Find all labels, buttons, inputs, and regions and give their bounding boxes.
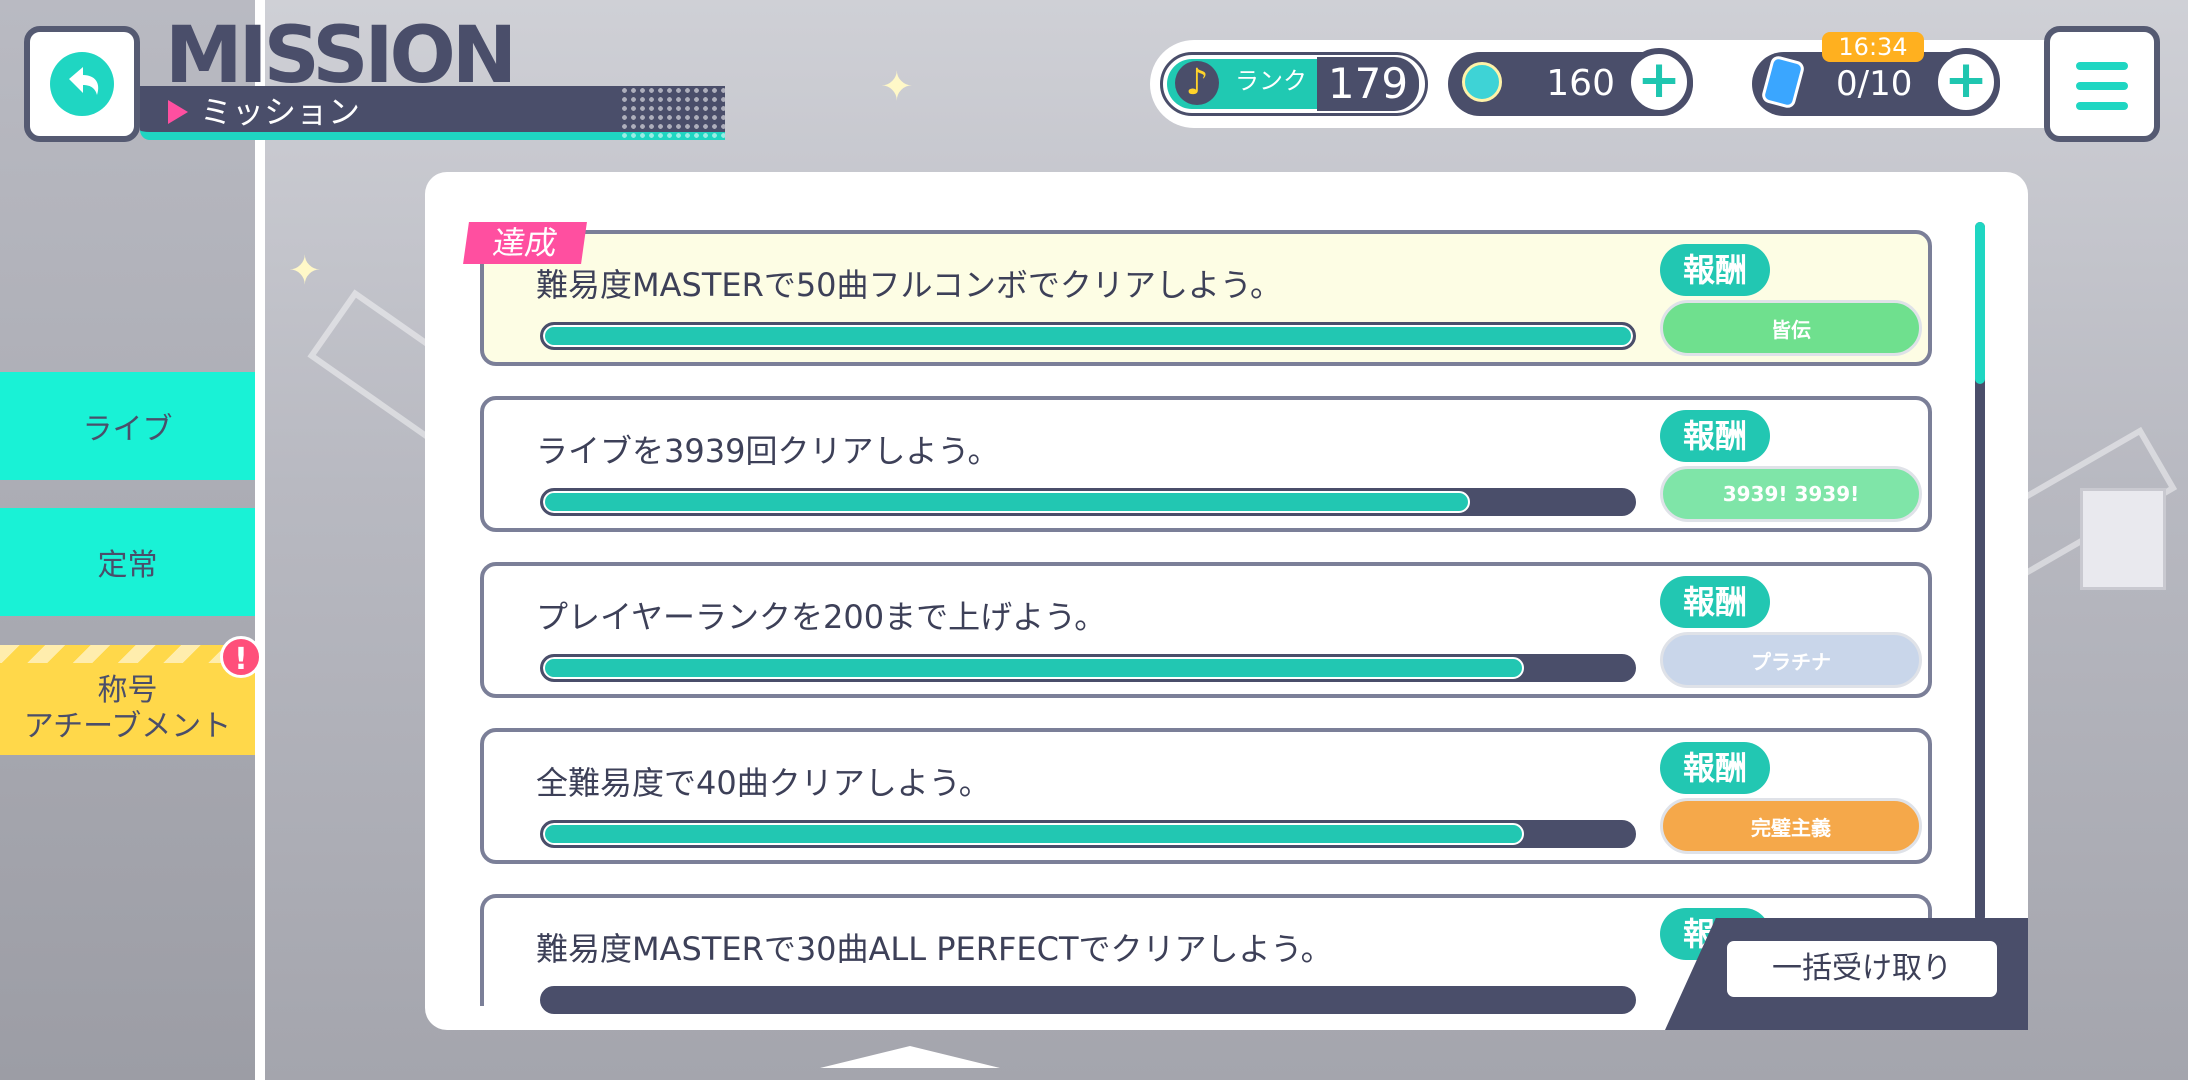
reward-label: 報酬 bbox=[1660, 410, 1770, 462]
progress-bar bbox=[540, 820, 1636, 848]
energy-timer: 16:34 bbox=[1822, 32, 1924, 62]
rank-label: ランク bbox=[1235, 67, 1307, 95]
reward-title-plate: 皆伝 bbox=[1660, 300, 1922, 356]
mission-item[interactable]: 難易度MASTERで50曲フルコンボでクリアしよう。 報酬 皆伝 bbox=[480, 230, 1932, 366]
progress-bar bbox=[540, 986, 1636, 1014]
sparkle-icon: ✦ bbox=[880, 64, 914, 110]
mission-text: ライブを3939回クリアしよう。 bbox=[536, 432, 1000, 470]
reward-title-text: 皆伝 bbox=[1771, 317, 1811, 342]
progress-bar bbox=[540, 488, 1636, 516]
tab-title-label-line2: アチーブメント bbox=[23, 709, 232, 744]
hamburger-icon bbox=[2076, 82, 2128, 90]
tab-regular-label: 定常 bbox=[97, 548, 158, 583]
hamburger-icon bbox=[2076, 62, 2128, 70]
sparkle-icon: ✦ bbox=[288, 248, 322, 294]
add-energy-button[interactable]: + bbox=[1932, 48, 2000, 116]
menu-button[interactable] bbox=[2044, 26, 2160, 142]
reward-title-plate: プラチナ bbox=[1660, 632, 1922, 688]
mission-item[interactable]: ライブを3939回クリアしよう。 報酬 3939! 3939! bbox=[480, 396, 1932, 532]
tab-title-label-line1: 称号 bbox=[97, 673, 158, 708]
tab-title-achievement[interactable]: 称号 アチーブメント bbox=[0, 645, 255, 755]
back-button[interactable] bbox=[24, 26, 140, 142]
play-arrow-icon bbox=[168, 100, 188, 124]
reward-title-text: 完璧主義 bbox=[1751, 815, 1831, 840]
mission-text: 全難易度で40曲クリアしよう。 bbox=[536, 764, 991, 802]
mission-text: 難易度MASTERで30曲ALL PERFECTでクリアしよう。 bbox=[536, 930, 1333, 968]
music-note-icon: ♪ bbox=[1175, 61, 1219, 105]
progress-bar bbox=[540, 654, 1636, 682]
reward-label: 報酬 bbox=[1660, 576, 1770, 628]
page-title: MISSION bbox=[165, 11, 517, 101]
completed-tag: 達成 bbox=[463, 222, 587, 264]
mission-text: プレイヤーランクを200まで上げよう。 bbox=[536, 598, 1107, 636]
energy-value: 0/10 bbox=[1836, 64, 1913, 104]
tab-live-label: ライブ bbox=[82, 412, 173, 447]
dot-pattern-decoration bbox=[620, 86, 725, 140]
reward-title-text: 3939! 3939! bbox=[1722, 482, 1860, 506]
speaker-decoration bbox=[2080, 488, 2166, 590]
bulk-claim-button[interactable]: 一括受け取り bbox=[1722, 936, 2002, 1002]
progress-fill bbox=[543, 491, 1470, 513]
add-gems-button[interactable]: + bbox=[1625, 48, 1693, 116]
reward-title-text: プラチナ bbox=[1751, 649, 1831, 674]
rank-display[interactable]: ♪ ランク 179 bbox=[1160, 52, 1428, 116]
hamburger-icon bbox=[2076, 102, 2128, 110]
mission-item[interactable]: プレイヤーランクを200まで上げよう。 報酬 プラチナ bbox=[480, 562, 1932, 698]
progress-bar bbox=[540, 322, 1636, 350]
reward-label: 報酬 bbox=[1660, 742, 1770, 794]
gem-icon bbox=[1462, 62, 1502, 102]
rail-divider bbox=[255, 0, 265, 1080]
reward-title-plate: 完璧主義 bbox=[1660, 798, 1922, 854]
gem-counter: 160 + bbox=[1448, 48, 1693, 116]
energy-bottle-icon bbox=[1760, 54, 1806, 110]
scroll-down-arrow-icon[interactable] bbox=[820, 1046, 1000, 1068]
progress-fill bbox=[543, 823, 1524, 845]
tab-live[interactable]: ライブ bbox=[0, 372, 255, 480]
tab-title-label: 称号 アチーブメント bbox=[24, 673, 232, 745]
mission-text: 難易度MASTERで50曲フルコンボでクリアしよう。 bbox=[536, 266, 1282, 304]
gem-value: 160 bbox=[1546, 63, 1615, 104]
rank-value: 179 bbox=[1317, 57, 1419, 111]
scrollbar-thumb[interactable] bbox=[1975, 222, 1985, 384]
back-icon bbox=[40, 42, 124, 126]
tab-regular[interactable]: 定常 bbox=[0, 508, 255, 616]
notification-badge: ! bbox=[220, 636, 262, 678]
progress-fill bbox=[543, 325, 1633, 347]
page-subtitle: ミッション bbox=[200, 93, 361, 131]
reward-title-plate: 3939! 3939! bbox=[1660, 466, 1922, 522]
progress-fill bbox=[543, 657, 1524, 679]
reward-label: 報酬 bbox=[1660, 244, 1770, 296]
mission-item[interactable]: 全難易度で40曲クリアしよう。 報酬 完璧主義 bbox=[480, 728, 1932, 864]
